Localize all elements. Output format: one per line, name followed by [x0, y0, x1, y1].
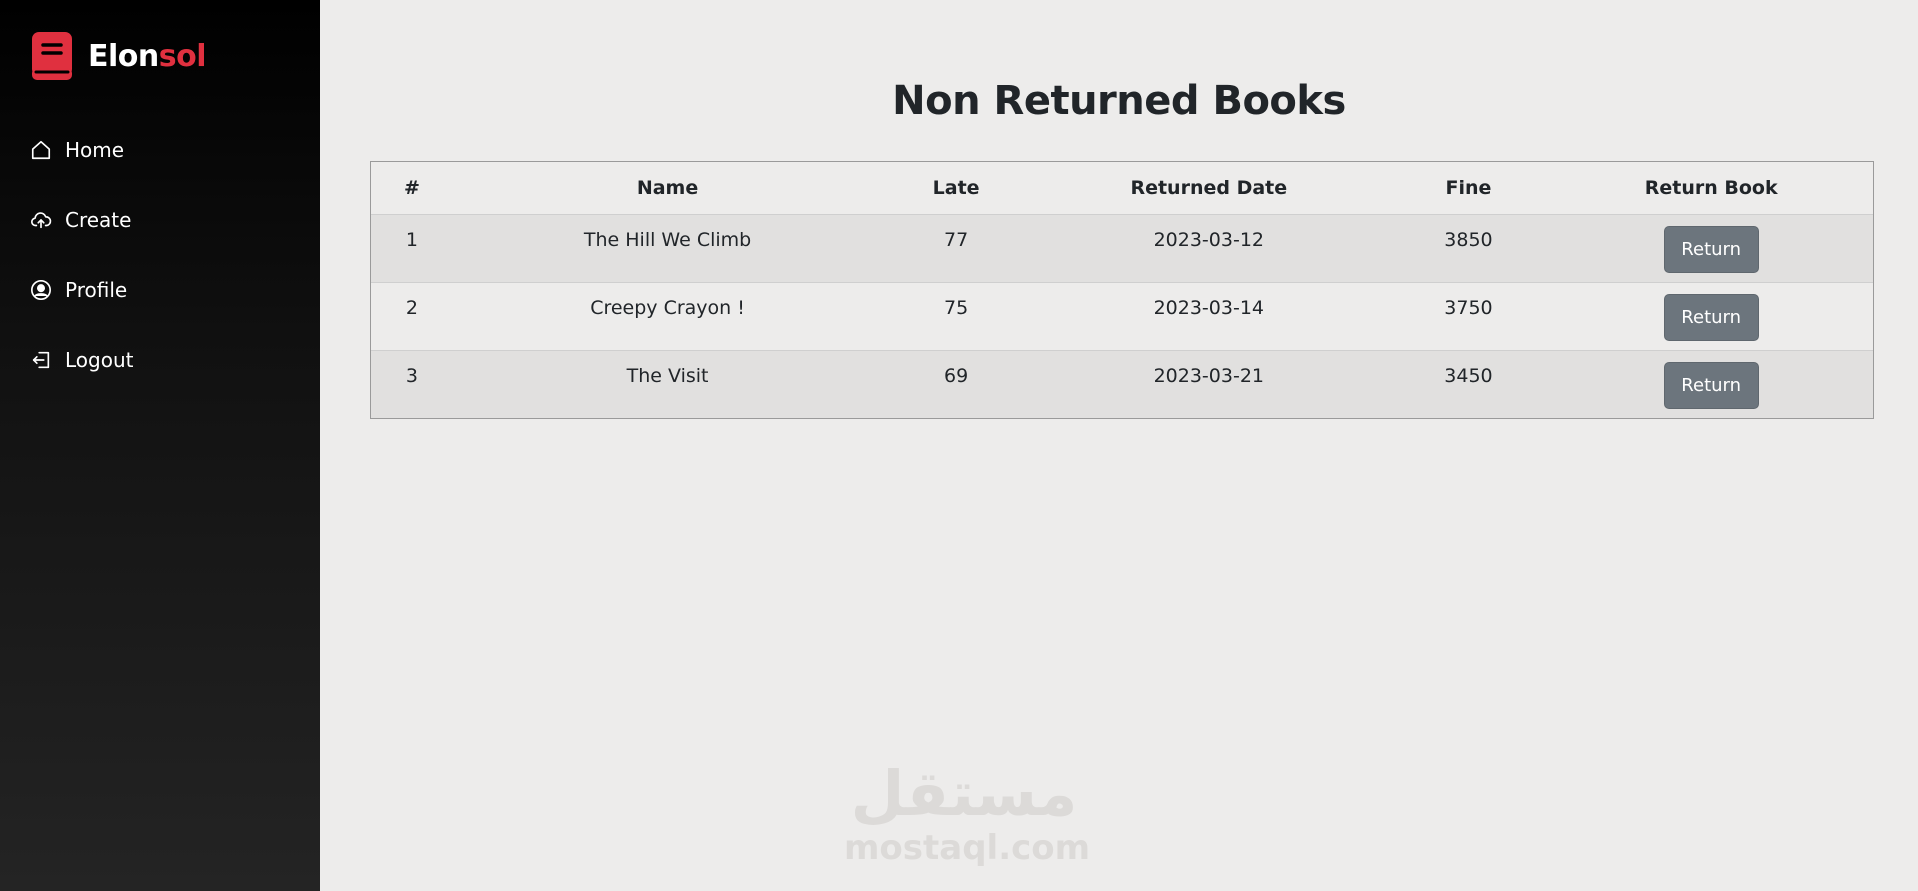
- watermark-latin: mostaql.com: [844, 828, 1091, 868]
- return-button[interactable]: Return: [1663, 225, 1759, 273]
- cell-number: 2: [371, 281, 453, 350]
- sidebar-item-home[interactable]: Home: [30, 130, 133, 170]
- cell-name: Creepy Crayon !: [452, 281, 883, 350]
- cell-fine: 3450: [1387, 349, 1550, 418]
- table-header-row: # Name Late Returned Date Fine Return Bo…: [371, 162, 1873, 215]
- cell-returned-date: 2023-03-12: [1030, 213, 1388, 282]
- cell-action: Return: [1549, 281, 1873, 350]
- column-header-late: Late: [882, 162, 1031, 215]
- page-title: Non Returned Books: [892, 78, 1346, 124]
- table-row: 1 The Hill We Climb 77 2023-03-12 3850 R…: [371, 213, 1873, 282]
- cell-name: The Hill We Climb: [452, 213, 883, 282]
- cell-number: 1: [371, 213, 453, 282]
- column-header-returned-date: Returned Date: [1030, 162, 1388, 215]
- return-button[interactable]: Return: [1663, 293, 1759, 341]
- brand[interactable]: Elonsol: [30, 30, 207, 82]
- cell-name: The Visit: [452, 349, 883, 418]
- table-row: 3 The Visit 69 2023-03-21 3450 Return: [371, 349, 1873, 418]
- sidebar-item-create[interactable]: Create: [30, 200, 133, 240]
- cell-returned-date: 2023-03-14: [1030, 281, 1388, 350]
- table-row: 2 Creepy Crayon ! 75 2023-03-14 3750 Ret…: [371, 281, 1873, 350]
- brand-name-part2: sol: [158, 38, 207, 74]
- watermark-arabic: مستقل: [850, 757, 1078, 830]
- table-body: 1 The Hill We Climb 77 2023-03-12 3850 R…: [371, 213, 1873, 418]
- column-header-name: Name: [452, 162, 883, 215]
- sidebar-item-label: Logout: [65, 348, 134, 372]
- return-button[interactable]: Return: [1663, 361, 1759, 409]
- watermark: مستقل mostaql.com: [844, 757, 1091, 869]
- column-header-return-book: Return Book: [1549, 162, 1873, 215]
- cell-action: Return: [1549, 213, 1873, 282]
- sidebar-item-label: Create: [65, 208, 132, 232]
- brand-name-part1: Elon: [88, 38, 159, 74]
- logout-icon: [32, 351, 50, 369]
- sidebar: Elonsol Home Create Profile Logout: [0, 0, 320, 891]
- column-header-fine: Fine: [1387, 162, 1550, 215]
- non-returned-books-table: # Name Late Returned Date Fine Return Bo…: [371, 162, 1873, 418]
- brand-name: Elonsol: [88, 38, 207, 74]
- sidebar-item-label: Home: [65, 138, 125, 162]
- books-table-container: # Name Late Returned Date Fine Return Bo…: [370, 161, 1874, 419]
- table-header: # Name Late Returned Date Fine Return Bo…: [371, 162, 1873, 215]
- sidebar-item-profile[interactable]: Profile: [30, 270, 133, 310]
- book-icon: [32, 32, 72, 80]
- cell-late: 69: [882, 349, 1031, 418]
- sidebar-item-logout[interactable]: Logout: [30, 340, 133, 380]
- column-header-number: #: [371, 162, 453, 215]
- cell-action: Return: [1549, 349, 1873, 418]
- sidebar-item-label: Profile: [65, 278, 128, 302]
- main-content: Non Returned Books # Name Late Returned …: [320, 0, 1918, 891]
- home-icon: [31, 140, 51, 160]
- cell-returned-date: 2023-03-21: [1030, 349, 1388, 418]
- sidebar-nav: Home Create Profile Logout: [30, 130, 133, 410]
- app-root: Elonsol Home Create Profile Logout Non R…: [0, 0, 1918, 891]
- user-circle-icon: [31, 280, 51, 300]
- cloud-upload-icon: [31, 212, 52, 229]
- cell-fine: 3750: [1387, 281, 1550, 350]
- cell-fine: 3850: [1387, 213, 1550, 282]
- cell-number: 3: [371, 349, 453, 418]
- cell-late: 77: [882, 213, 1031, 282]
- cell-late: 75: [882, 281, 1031, 350]
